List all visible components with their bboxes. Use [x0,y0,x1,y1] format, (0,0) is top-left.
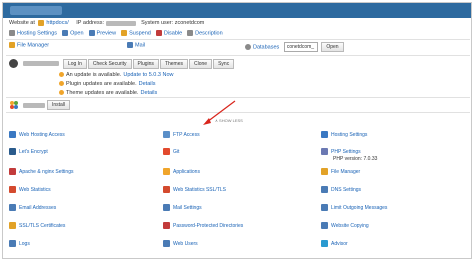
subscription-panel: Website at httpdocs/ IP address: System … [2,2,472,259]
annotation-arrow [203,100,236,125]
